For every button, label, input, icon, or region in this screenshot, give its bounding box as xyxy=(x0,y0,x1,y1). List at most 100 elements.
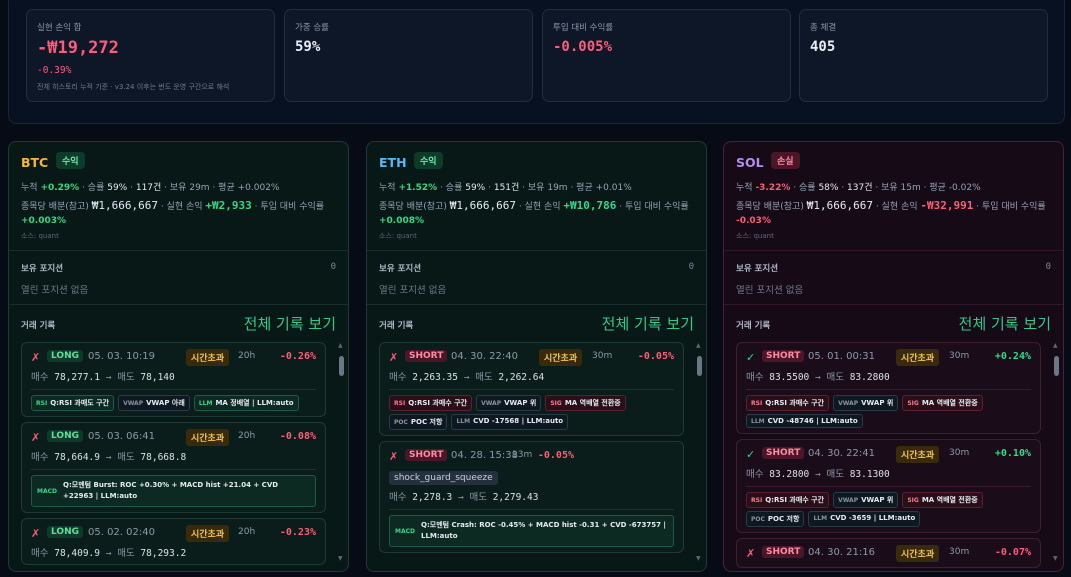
trade-row[interactable]: ✗ SHORT 04. 30. 22:40 시간초과 30m -0.05% 매수 2,263… xyxy=(379,342,684,436)
trade-date: 04. 30. 22:40 xyxy=(451,351,518,362)
trade-row[interactable]: ✗ SHORT 04. 28. 15:38 13m -0.05% shock_guard_… xyxy=(379,441,684,553)
card-alloc-line: 종목당 배분(참고) ₩1,666,667 · 실현 손익 +₩2,933 · … xyxy=(21,199,325,226)
scroll-thumb[interactable] xyxy=(1054,356,1059,376)
view-all-link[interactable]: 전체 기록 보기 xyxy=(244,313,336,334)
scroll-down-icon[interactable]: ▼ xyxy=(696,555,701,562)
cross-icon: ✗ xyxy=(31,431,41,444)
signal-tag: RSI Q:RSI 과매수 구간 xyxy=(746,395,830,411)
scroll-down-icon[interactable]: ▼ xyxy=(338,555,343,562)
divider xyxy=(389,389,674,390)
scroll-thumb[interactable] xyxy=(339,356,344,376)
trade-side-badge: SHORT xyxy=(405,449,448,461)
signal-tag: VWAP VWAP 위 xyxy=(833,395,899,411)
trade-date: 04. 30. 22:41 xyxy=(808,448,875,459)
trade-date: 05. 03. 10:19 xyxy=(88,351,155,362)
held-positions-label: 보유 포지션 xyxy=(21,264,64,274)
divider xyxy=(367,304,706,305)
trade-prices: 매수 78,409.9 → 매도 78,293.2 xyxy=(31,548,187,559)
signal-tag-macd: MACD Q:모멘텀 Burst: ROC +0.30% + MACD hist … xyxy=(31,475,316,507)
scroll-up-icon[interactable]: ▲ xyxy=(1053,342,1058,349)
trade-log-label: 거래 기록 xyxy=(379,321,414,331)
signal-tag: VWAP VWAP 아래 xyxy=(118,395,190,411)
no-positions-text: 열린 포지션 없음 xyxy=(21,285,89,296)
trade-side-badge: SHORT xyxy=(762,350,805,362)
view-all-link[interactable]: 전체 기록 보기 xyxy=(959,313,1051,334)
stat-value: -0.005% xyxy=(553,39,613,55)
trade-row[interactable]: ✗ LONG 05. 02. 02:40 시간초과 20h -0.23% 매수 78,409… xyxy=(21,518,326,565)
scroll-up-icon[interactable]: ▲ xyxy=(696,342,701,349)
cross-icon: ✗ xyxy=(746,547,756,560)
card-status-badge: 손실 xyxy=(771,152,800,169)
trade-list-scrollbar[interactable]: ▲ ▼ xyxy=(696,342,702,562)
divider xyxy=(389,509,674,510)
card-symbol: ETH xyxy=(379,155,407,170)
trade-signal-tags: RSI Q:RSI 과매수 구간 VWAP VWAP 위 SIG MA 역배열 전환중 LL… xyxy=(746,395,1031,428)
stat-return-on-capital: 투입 대비 수익률 -0.005% xyxy=(542,9,791,102)
trade-list-scrollbar[interactable]: ▲ ▼ xyxy=(1053,342,1059,562)
trade-duration: 30m xyxy=(949,448,970,458)
signal-tag: LLM CVD -3659 | LLM:auto xyxy=(808,511,921,527)
trade-reason-badge: 시간초과 xyxy=(186,429,230,446)
cross-icon: ✗ xyxy=(389,351,399,364)
stat-weighted-winrate: 가중 승률 59% xyxy=(284,9,533,102)
trade-list-scrollbar[interactable]: ▲ ▼ xyxy=(338,342,344,562)
divider xyxy=(367,250,706,251)
scroll-thumb[interactable] xyxy=(697,356,702,376)
trade-row[interactable]: ✗ LONG 05. 03. 10:19 시간초과 20h -0.26% 매수 78,277… xyxy=(21,342,326,417)
trade-pnl: +0.24% xyxy=(994,351,1031,362)
card-source: 소스: quant xyxy=(736,232,774,240)
trade-row[interactable]: ✓ SHORT 04. 30. 22:41 시간초과 30m +0.10% 매수 83.28… xyxy=(736,439,1041,533)
signal-tag: RSI Q:RSI 과매수 구간 xyxy=(746,492,830,508)
trade-signal-tags: MACD Q:모멘텀 Crash: ROC -0.45% + MACD hist … xyxy=(389,515,674,547)
trade-row[interactable]: ✗ SHORT 04. 30. 21:16 시간초과 30m -0.07% xyxy=(736,538,1041,568)
trade-prices: 매수 2,263.35 → 매도 2,262.64 xyxy=(389,372,545,383)
trade-pnl: -0.26% xyxy=(279,351,316,362)
trade-duration: 20h xyxy=(238,431,256,441)
trade-side-badge: LONG xyxy=(47,430,83,442)
trade-signal-tags: RSI Q:RSI 과매수 구간 VWAP VWAP 위 SIG MA 역배열 전환중 PO… xyxy=(389,395,674,430)
trade-row[interactable]: ✓ SHORT 05. 01. 00:31 시간초과 30m +0.24% 매수 83.55… xyxy=(736,342,1041,434)
no-positions-text: 열린 포지션 없음 xyxy=(736,285,804,296)
held-positions-count: 0 xyxy=(688,262,694,272)
card-symbol: SOL xyxy=(736,155,764,170)
card-source: 소스: quant xyxy=(379,232,417,240)
trade-log-label: 거래 기록 xyxy=(21,321,56,331)
trade-pnl: -0.05% xyxy=(537,450,574,461)
card-status-badge: 수익 xyxy=(56,152,85,169)
signal-tag: RSI Q:RSI 과매수 구간 xyxy=(389,395,473,411)
card-alloc-line: 종목당 배분(참고) ₩1,666,667 · 실현 손익 +₩10,786 ·… xyxy=(379,199,689,226)
held-positions-count: 0 xyxy=(1045,262,1051,272)
signal-tag: SIG MA 역배열 전환중 xyxy=(902,395,983,411)
stat-value: 59% xyxy=(295,39,321,55)
card-stats-line: 누적 +0.29% · 승률 59% · 117건 · 보유 29m · 평균 … xyxy=(21,183,280,193)
divider xyxy=(31,389,316,390)
stat-label: 실현 손익 합 xyxy=(37,23,82,33)
scroll-down-icon[interactable]: ▼ xyxy=(1053,555,1058,562)
trade-row[interactable]: ✗ LONG 05. 03. 06:41 시간초과 20h -0.08% 매수 78,664… xyxy=(21,422,326,513)
signal-tag: VWAP VWAP 위 xyxy=(476,395,542,411)
trade-list[interactable]: ✓ SHORT 05. 01. 00:31 시간초과 30m +0.24% 매수 83.55… xyxy=(736,342,1041,571)
signal-tag-macd: MACD Q:모멘텀 Crash: ROC -0.45% + MACD hist … xyxy=(389,515,674,547)
trade-side-badge: SHORT xyxy=(762,546,805,558)
trade-date: 05. 01. 00:31 xyxy=(808,351,875,362)
trade-date: 05. 03. 06:41 xyxy=(88,431,155,442)
view-all-link[interactable]: 전체 기록 보기 xyxy=(602,313,694,334)
trade-pnl: -0.07% xyxy=(994,547,1031,558)
trade-pnl: -0.05% xyxy=(637,351,674,362)
trade-signal-tags: RSI Q:RSI 과매수 구간 VWAP VWAP 위 SIG MA 역배열 전환중 PO… xyxy=(746,492,1031,527)
divider xyxy=(724,250,1063,251)
signal-tag: LLM CVD -17568 | LLM:auto xyxy=(451,414,569,430)
stat-value: 405 xyxy=(810,39,836,55)
trade-reason-badge: 시간초과 xyxy=(186,349,230,366)
trade-side-badge: SHORT xyxy=(405,350,448,362)
trade-duration: 13m xyxy=(512,450,533,460)
scroll-up-icon[interactable]: ▲ xyxy=(338,342,343,349)
trade-list[interactable]: ✗ SHORT 04. 30. 22:40 시간초과 30m -0.05% 매수 2,263… xyxy=(379,342,684,571)
stat-value: -₩19,272 xyxy=(37,38,119,58)
trade-side-badge: SHORT xyxy=(762,447,805,459)
held-positions-label: 보유 포지션 xyxy=(736,264,779,274)
card-source: 소스: quant xyxy=(21,232,59,240)
cross-icon: ✗ xyxy=(389,450,399,463)
trade-side-badge: LONG xyxy=(47,350,83,362)
trade-list[interactable]: ✗ LONG 05. 03. 10:19 시간초과 20h -0.26% 매수 78,277… xyxy=(21,342,326,571)
